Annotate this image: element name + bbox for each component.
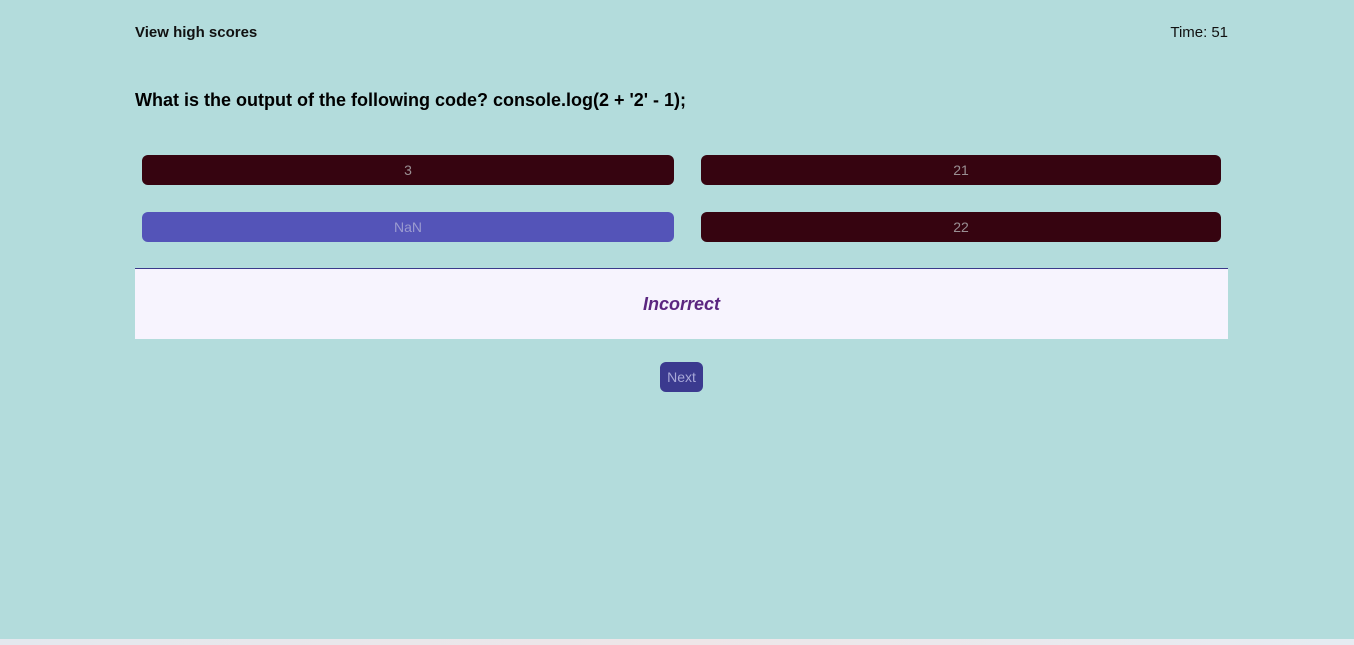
timer-value: 51: [1211, 24, 1228, 41]
answer-choice-3[interactable]: NaN: [142, 212, 674, 242]
view-high-scores-link[interactable]: View high scores: [135, 24, 257, 41]
timer-label: Time:: [1170, 24, 1208, 41]
answer-choice-4[interactable]: 22: [701, 212, 1221, 242]
next-button[interactable]: Next: [660, 362, 703, 392]
answer-choice-2[interactable]: 21: [701, 155, 1221, 185]
question-text: What is the output of the following code…: [135, 90, 687, 110]
feedback-panel: Incorrect: [135, 269, 1228, 339]
answer-choice-1[interactable]: 3: [142, 155, 674, 185]
bottom-edge: [0, 639, 1354, 645]
feedback-text: Incorrect: [642, 293, 721, 314]
timer: Time: 51: [1170, 24, 1228, 41]
